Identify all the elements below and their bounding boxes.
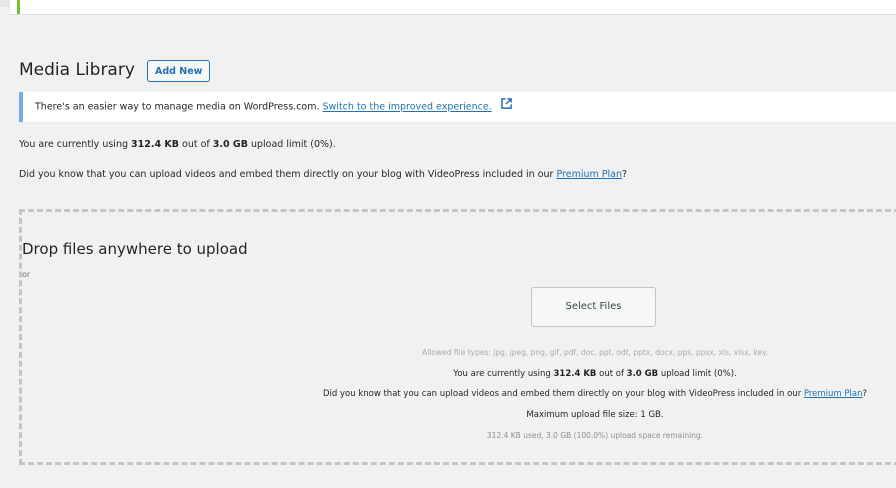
videopress-promo: Did you know that you can upload videos … bbox=[19, 169, 627, 180]
premium-plan-link[interactable]: Premium Plan bbox=[556, 169, 622, 180]
page-title: Media Library bbox=[19, 60, 135, 80]
allowed-file-types: Allowed file types: jpg, jpeg, png, gif,… bbox=[422, 348, 768, 357]
promo-text: Did you know that you can upload videos … bbox=[19, 169, 557, 180]
top-notice bbox=[10, 0, 896, 15]
dz-usage-middle: out of bbox=[596, 369, 627, 379]
dz-premium-plan-link[interactable]: Premium Plan bbox=[804, 389, 863, 399]
dz-usage-used: 312.4 KB bbox=[553, 369, 597, 379]
switch-experience-link[interactable]: Switch to the improved experience. bbox=[323, 102, 492, 113]
usage-limit: 3.0 GB bbox=[212, 139, 248, 150]
dropzone-usage-text: You are currently using 312.4 KB out of … bbox=[22, 369, 896, 379]
dropzone-or: or bbox=[22, 270, 31, 279]
promo-suffix: ? bbox=[622, 169, 628, 180]
add-new-button[interactable]: Add New bbox=[147, 60, 211, 82]
upload-dropzone[interactable]: Drop files anywhere to upload or Select … bbox=[19, 209, 896, 465]
max-upload-size: Maximum upload file size: 1 GB. bbox=[526, 410, 664, 420]
dropzone-title: Drop files anywhere to upload bbox=[22, 240, 248, 258]
upload-usage-text: You are currently using 312.4 KB out of … bbox=[19, 139, 336, 150]
info-notice: There's an easier way to manage media on… bbox=[19, 92, 896, 122]
usage-middle: out of bbox=[178, 139, 213, 150]
usage-suffix: upload limit (0%). bbox=[247, 139, 336, 150]
dz-usage-suffix: upload limit (0%). bbox=[658, 369, 737, 379]
external-link-icon[interactable] bbox=[500, 92, 512, 122]
success-bar bbox=[17, 0, 20, 14]
notice-text: There's an easier way to manage media on… bbox=[35, 101, 323, 113]
select-files-button[interactable]: Select Files bbox=[531, 287, 656, 327]
dz-promo-suffix: ? bbox=[862, 389, 868, 399]
dz-usage-limit: 3.0 GB bbox=[626, 369, 659, 379]
dz-promo-text: Did you know that you can upload videos … bbox=[322, 389, 804, 399]
dropzone-promo: Did you know that you can upload videos … bbox=[22, 389, 896, 399]
space-remaining: 312.4 KB used, 3.0 GB (100.0%) upload sp… bbox=[486, 431, 704, 440]
usage-prefix: You are currently using bbox=[19, 139, 132, 150]
usage-used: 312.4 KB bbox=[131, 139, 179, 150]
dz-usage-prefix: You are currently using bbox=[453, 369, 554, 379]
